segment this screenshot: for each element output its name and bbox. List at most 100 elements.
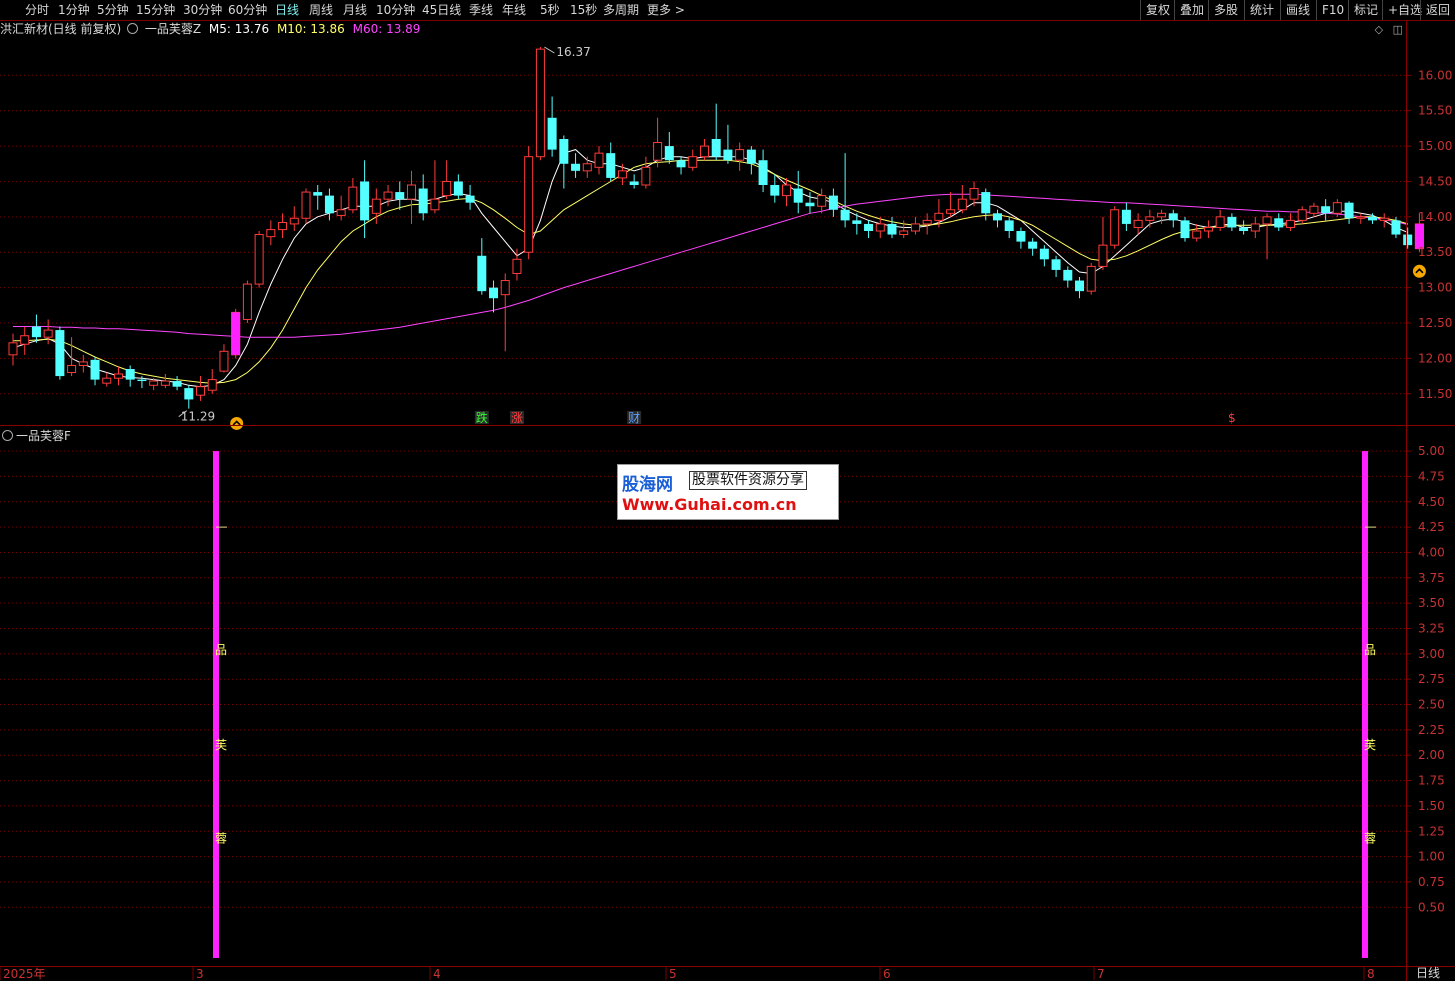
period-tab-4[interactable]: 30分钟 — [183, 1, 222, 19]
indicator-tick-label: 3.00 — [1418, 647, 1445, 661]
candle-body-down — [1227, 216, 1237, 228]
candle-body-down — [1344, 202, 1354, 219]
m10-value: M10: 13.86 — [276, 22, 345, 36]
indicator-tick-label: 1.75 — [1418, 774, 1445, 788]
period-tab-13[interactable]: 5秒 — [540, 1, 560, 19]
ma-line-m60 — [13, 193, 1408, 338]
candle-body-up — [699, 145, 709, 158]
candle-body-up — [20, 335, 30, 345]
candle-body-down — [137, 379, 147, 382]
event-marker-0: 跌 — [476, 410, 488, 425]
candle-body-down — [1321, 206, 1331, 214]
candle-body-down — [90, 359, 100, 380]
candle-body-up — [500, 280, 510, 296]
period-tab-16[interactable]: 更多 > — [647, 1, 685, 19]
settings-circle-icon[interactable] — [127, 23, 139, 34]
candle-body-up — [957, 198, 967, 211]
maximize-icon[interactable]: ◫ — [1393, 23, 1403, 36]
candle-body-down — [723, 149, 733, 161]
candle-body-up — [1086, 265, 1096, 292]
period-tab-10[interactable]: 45日线 — [422, 1, 461, 19]
period-tab-0[interactable]: 分时 — [25, 1, 49, 19]
candle-body-up — [688, 156, 698, 168]
candle-body-up — [430, 198, 440, 211]
candle-body-up — [1309, 205, 1319, 214]
candle-body-up — [934, 212, 944, 221]
candle-body-down — [489, 287, 499, 299]
indicator-tick-label: 0.50 — [1418, 900, 1445, 914]
candle-body-up — [231, 311, 241, 356]
date-tick-label: 5 — [669, 967, 677, 980]
candle-body-up — [969, 188, 979, 200]
candle-body-up — [1297, 209, 1307, 221]
candle-body-up — [242, 283, 252, 320]
indicator-tick-label: 4.50 — [1418, 495, 1445, 509]
watermark-url: Www.Guhai.com.cn — [622, 495, 797, 514]
candle-body-up — [1145, 216, 1155, 221]
period-tab-11[interactable]: 季线 — [469, 1, 493, 19]
candle-body-up — [1262, 216, 1272, 225]
diamond-icon[interactable]: ◇ — [1375, 23, 1383, 36]
candlesticks — [8, 47, 1424, 409]
candle-body-up — [383, 191, 393, 200]
toolbar-button-4[interactable]: 画线 — [1280, 0, 1315, 20]
candle-body-up — [1356, 216, 1366, 219]
signal-bar-label: 蓉 — [1364, 831, 1376, 845]
candle-body-down — [184, 388, 194, 400]
period-tab-9[interactable]: 10分钟 — [376, 1, 415, 19]
period-tab-5[interactable]: 60分钟 — [228, 1, 267, 19]
candle-body-up — [43, 329, 53, 338]
signal-bar-label: 蓉 — [215, 831, 227, 845]
candle-body-down — [1121, 209, 1131, 224]
candle-body-up — [617, 170, 627, 179]
candle-body-down — [606, 153, 616, 178]
candle-body-up — [899, 230, 909, 236]
toolbar-button-3[interactable]: 统计 — [1244, 0, 1279, 20]
toolbar-button-2[interactable]: 多股 — [1208, 0, 1243, 20]
indicator-pane-name[interactable]: 一品芙蓉F — [16, 429, 71, 443]
period-tab-14[interactable]: 15秒 — [570, 1, 597, 19]
period-tab-1[interactable]: 1分钟 — [58, 1, 90, 19]
candle-body-up — [817, 195, 827, 207]
candle-body-down — [1168, 213, 1178, 221]
candle-body-down — [887, 223, 897, 235]
toolbar-button-5[interactable]: F10 — [1316, 0, 1349, 20]
candle-body-up — [278, 222, 288, 231]
candle-body-down — [1239, 227, 1249, 231]
period-tab-2[interactable]: 5分钟 — [97, 1, 129, 19]
candle-body-down — [324, 195, 334, 214]
candle-body-up — [442, 180, 452, 197]
candle-body-up — [910, 223, 920, 232]
moving-average-lines — [12, 149, 1408, 388]
period-tab-3[interactable]: 15分钟 — [136, 1, 175, 19]
settings-circle-icon[interactable] — [2, 430, 13, 441]
candle-body-up — [1215, 216, 1225, 228]
period-tab-6[interactable]: 日线 — [275, 1, 299, 19]
candle-body-up — [336, 209, 346, 216]
pane-divider[interactable] — [0, 425, 1455, 426]
candle-body-down — [125, 369, 135, 380]
period-tab-15[interactable]: 多周期 — [603, 1, 639, 19]
candle-body-up — [512, 258, 522, 274]
status-period-label: 日线 — [1416, 966, 1441, 980]
candle-body-signal — [1414, 223, 1424, 249]
period-tab-8[interactable]: 月线 — [343, 1, 367, 19]
signal-bar — [213, 451, 219, 958]
candle-body-up — [1110, 209, 1120, 246]
toolbar-button-0[interactable]: 复权 — [1140, 0, 1175, 20]
candle-body-down — [981, 192, 991, 214]
toolbar-button-8[interactable]: 返回 — [1420, 0, 1455, 20]
toolbar-button-6[interactable]: 标记 — [1348, 0, 1383, 20]
candle-body-up — [875, 223, 885, 232]
event-marker-2: 财 — [628, 411, 640, 425]
indicator-name[interactable]: 一品芙蓉Z — [145, 22, 201, 36]
period-tab-12[interactable]: 年线 — [502, 1, 526, 19]
toolbar-button-1[interactable]: 叠加 — [1174, 0, 1209, 20]
indicator-signal-bars: 品芙蓉 品芙蓉 — [213, 451, 1376, 958]
candle-body-down — [840, 209, 850, 221]
candle-body-down — [477, 255, 487, 292]
event-marker-bg — [509, 411, 524, 424]
period-tab-7[interactable]: 周线 — [309, 1, 333, 19]
signal-bar — [1362, 451, 1368, 958]
candle-body-down — [629, 181, 639, 185]
